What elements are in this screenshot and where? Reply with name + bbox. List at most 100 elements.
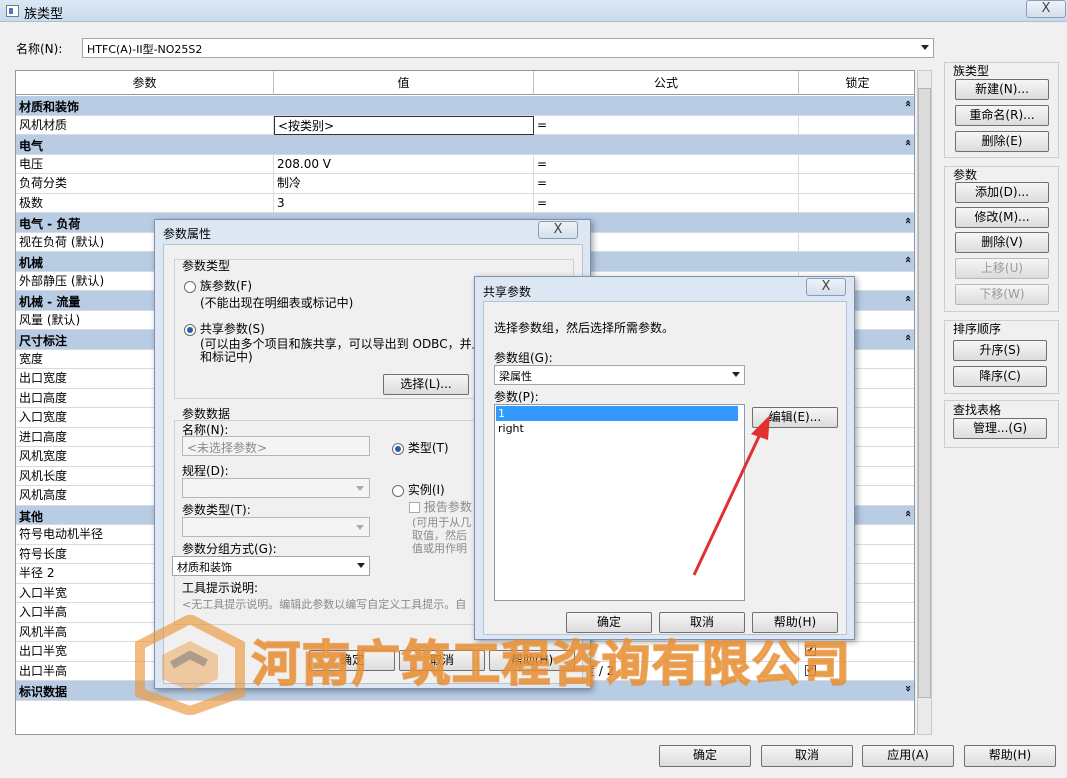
formula-cell[interactable]: =: [534, 115, 799, 135]
annotation-arrow-icon: [692, 415, 770, 576]
params-list-label: 参数(P):: [494, 390, 539, 404]
collapse-icon[interactable]: «: [902, 334, 914, 341]
lock-cell[interactable]: [799, 116, 914, 135]
collapse-icon[interactable]: «: [902, 295, 914, 302]
collapse-icon[interactable]: «: [902, 100, 914, 107]
chevron-down-icon: [356, 525, 364, 530]
window-titlebar: [0, 0, 1067, 22]
value-cell[interactable]: 208.00 V: [274, 154, 534, 174]
sort-order-label: 排序顺序: [953, 322, 1002, 336]
report-desc3: 值或用作明: [412, 542, 467, 555]
group-by-value: 材质和装饰: [177, 561, 232, 574]
group-by-label: 参数分组方式(G):: [182, 542, 277, 556]
param-type-dropdown[interactable]: [182, 517, 370, 537]
watermark-logo-icon: [135, 615, 245, 715]
instance-radio-label: 实例(I): [407, 483, 445, 497]
tooltip-value: <无工具提示说明。编辑此参数以编写自定义工具提示。自: [182, 598, 467, 611]
shared-param-desc2: 和标记中): [200, 350, 253, 364]
table-row[interactable]: 负荷分类 制冷 =: [16, 174, 914, 194]
move-down-button[interactable]: 下移(W): [955, 284, 1049, 305]
shared-parameters-dialog: 共享参数 X 选择参数组，然后选择所需参数。 参数组(G): 梁属性 参数(P)…: [474, 276, 855, 640]
value-cell[interactable]: 制冷: [274, 174, 534, 193]
group-label: 电气: [19, 139, 44, 153]
param-cell[interactable]: 电压: [16, 154, 274, 174]
dialog-title: 参数属性: [163, 227, 212, 241]
collapse-icon[interactable]: «: [902, 256, 914, 263]
new-type-button[interactable]: 新建(N)...: [955, 79, 1049, 100]
param-group-dropdown[interactable]: 梁属性: [494, 365, 745, 385]
scrollbar-thumb[interactable]: [918, 88, 931, 698]
group-by-dropdown[interactable]: 材质和装饰: [172, 556, 370, 576]
instance-radio[interactable]: 实例(I): [392, 481, 445, 498]
lock-cell[interactable]: [799, 174, 914, 193]
add-parameter-button[interactable]: 添加(D)...: [955, 182, 1049, 203]
delete-type-button[interactable]: 删除(E): [955, 131, 1049, 152]
param-group-value: 梁属性: [499, 370, 532, 383]
move-up-button[interactable]: 上移(U): [955, 258, 1049, 279]
param-group-label: 参数组(G):: [494, 351, 553, 365]
param-name-field[interactable]: <未选择参数>: [182, 436, 370, 456]
param-type-label: 参数类型: [182, 259, 231, 273]
table-group-row[interactable]: 电气 «: [16, 135, 914, 155]
family-param-radio[interactable]: 族参数(F): [184, 277, 252, 294]
close-icon[interactable]: X: [538, 221, 578, 239]
param-cell[interactable]: 负荷分类: [16, 174, 274, 193]
formula-cell[interactable]: =: [534, 154, 799, 174]
cancel-button[interactable]: 取消: [761, 745, 853, 767]
type-radio-label: 类型(T): [407, 441, 449, 455]
formula-cell[interactable]: =: [534, 174, 799, 193]
table-group-row[interactable]: 材质和装饰 «: [16, 96, 914, 116]
table-row[interactable]: 电压 208.00 V =: [16, 154, 914, 174]
column-header-value: 值: [274, 71, 534, 95]
remove-parameter-button[interactable]: 删除(V): [955, 232, 1049, 253]
modify-parameter-button[interactable]: 修改(M)...: [955, 207, 1049, 228]
column-header-param: 参数: [16, 71, 274, 95]
param-cell[interactable]: 极数: [16, 193, 274, 213]
radio-selected-icon: [392, 442, 404, 455]
value-cell[interactable]: 3: [274, 193, 534, 213]
collapse-icon[interactable]: «: [902, 217, 914, 224]
collapse-icon[interactable]: «: [902, 509, 914, 516]
radio-icon: [392, 484, 404, 497]
formula-cell[interactable]: =: [534, 193, 799, 213]
sort-ascending-button[interactable]: 升序(S): [953, 340, 1047, 361]
chevron-down-icon: [921, 45, 929, 50]
expand-icon[interactable]: »: [902, 685, 914, 692]
apply-button[interactable]: 应用(A): [862, 745, 954, 767]
table-row[interactable]: 风机材质 <按类别> =: [16, 115, 914, 135]
lock-cell[interactable]: [799, 194, 914, 213]
select-button[interactable]: 选择(L)...: [383, 374, 469, 395]
help-button[interactable]: 帮助(H): [964, 745, 1056, 767]
group-label: 电气 - 负荷: [19, 217, 81, 231]
rename-type-button[interactable]: 重命名(R)...: [955, 105, 1049, 126]
collapse-icon[interactable]: «: [902, 139, 914, 146]
param-data-label: 参数数据: [182, 407, 231, 421]
tooltip-label: 工具提示说明:: [182, 581, 259, 595]
close-button[interactable]: X: [1026, 0, 1066, 18]
name-dropdown[interactable]: HTFC(A)-II型-NO25S2: [82, 38, 934, 58]
param-cell[interactable]: 风机材质: [16, 115, 274, 135]
chevron-down-icon: [732, 372, 740, 377]
type-radio[interactable]: 类型(T): [392, 439, 449, 456]
chevron-down-icon: [357, 563, 365, 568]
value-cell[interactable]: <按类别>: [274, 115, 534, 135]
group-label: 材质和装饰: [19, 100, 80, 114]
manage-lookup-button[interactable]: 管理...(G): [953, 418, 1047, 439]
discipline-dropdown[interactable]: [182, 478, 370, 498]
radio-icon: [184, 280, 196, 293]
checkbox-icon: [409, 502, 420, 513]
ok-button[interactable]: 确定: [659, 745, 751, 767]
table-row[interactable]: 极数 3 =: [16, 193, 914, 213]
column-header-formula: 公式: [534, 71, 799, 95]
lock-cell[interactable]: [799, 233, 914, 252]
report-param-checkbox[interactable]: 报告参数: [409, 498, 472, 515]
chevron-down-icon: [356, 486, 364, 491]
lock-cell[interactable]: [799, 155, 914, 174]
radio-selected-icon: [184, 323, 196, 336]
shared-param-label: 共享参数(S): [199, 322, 265, 336]
family-param-desc: (不能出现在明细表或标记中): [200, 296, 354, 310]
close-icon[interactable]: X: [806, 278, 846, 296]
family-param-label: 族参数(F): [199, 279, 253, 293]
sort-descending-button[interactable]: 降序(C): [953, 366, 1047, 387]
report-param-label: 报告参数: [423, 500, 472, 514]
